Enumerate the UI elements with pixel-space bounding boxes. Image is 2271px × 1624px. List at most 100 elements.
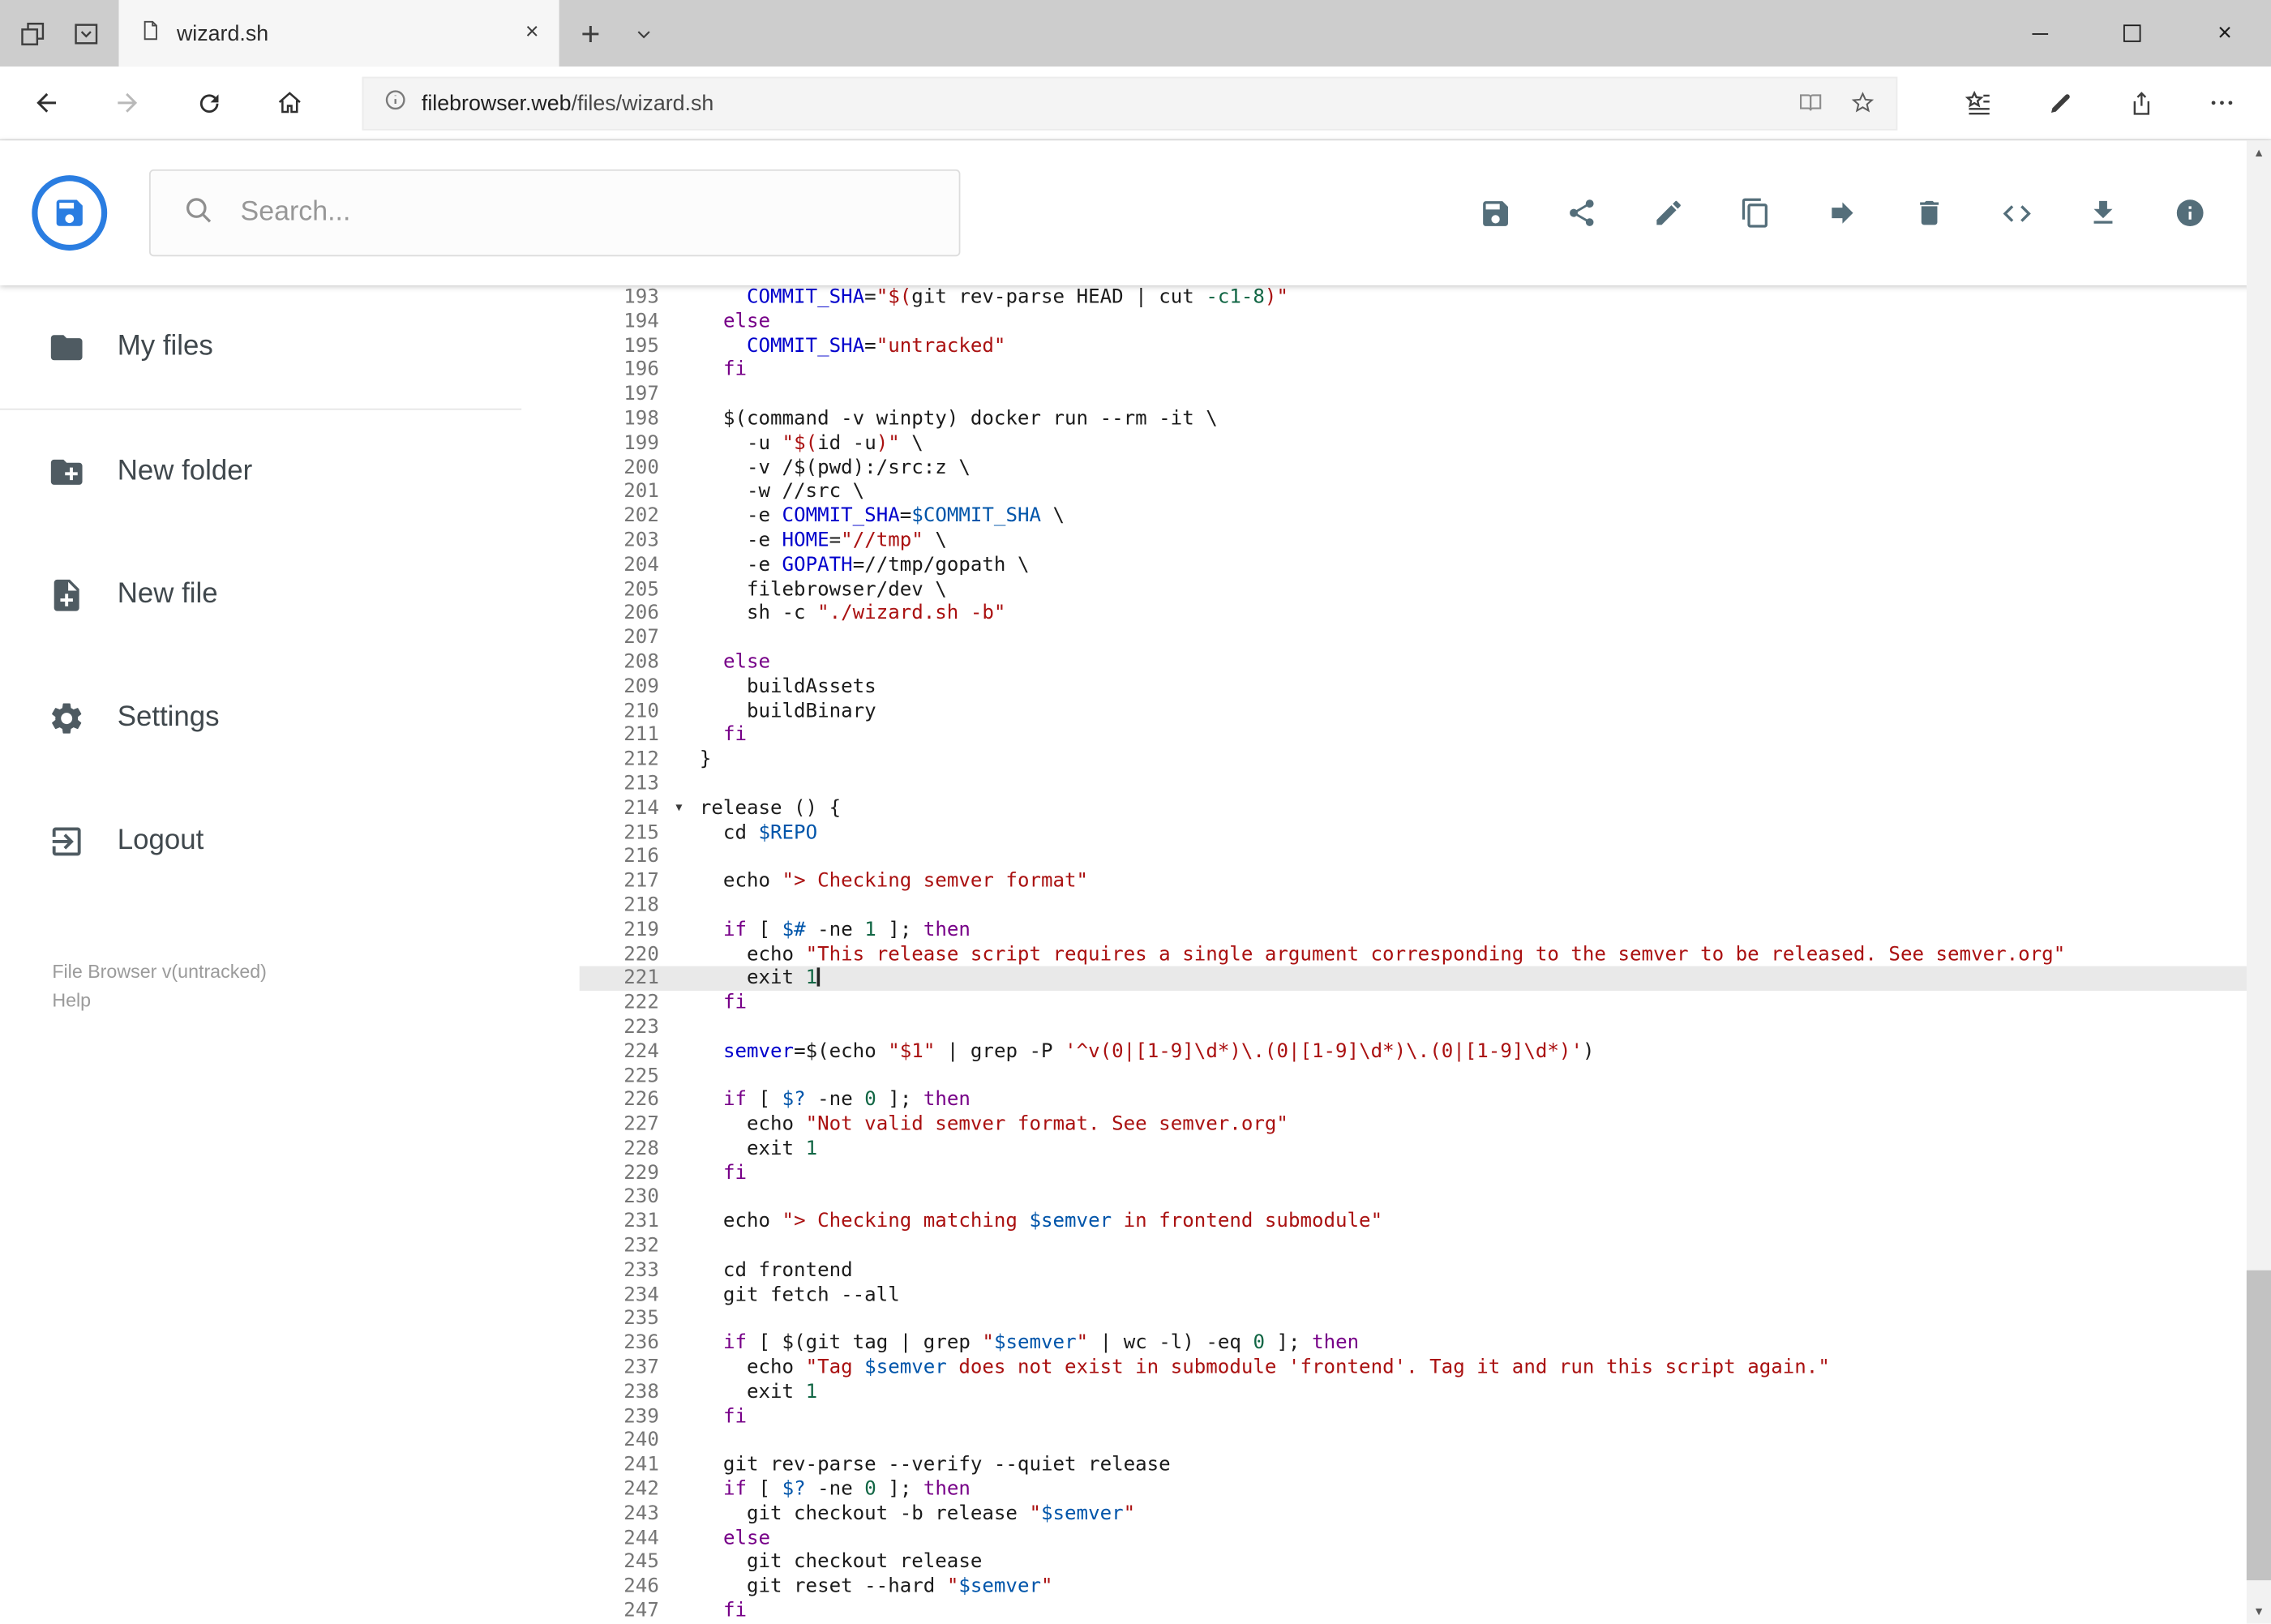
page-info-icon[interactable] (383, 88, 407, 118)
line-number[interactable]: 221 (580, 966, 659, 991)
line-number[interactable]: 218 (580, 893, 659, 918)
code-line[interactable]: 231 echo "> Checking matching $semver in… (580, 1210, 2271, 1234)
line-number[interactable]: 220 (580, 942, 659, 966)
line-number[interactable]: 206 (580, 602, 659, 626)
line-number[interactable]: 236 (580, 1331, 659, 1356)
line-number[interactable]: 208 (580, 650, 659, 675)
code-line[interactable]: 228 exit 1 (580, 1137, 2271, 1161)
code-line[interactable]: 219 if [ $# -ne 1 ]; then (580, 918, 2271, 942)
code-line[interactable]: 247 fi (580, 1599, 2271, 1623)
line-number[interactable]: 243 (580, 1502, 659, 1526)
code-line[interactable]: 237 echo "Tag $semver does not exist in … (580, 1356, 2271, 1380)
rename-button[interactable] (1625, 169, 1712, 256)
forward-button[interactable] (87, 66, 168, 139)
line-number[interactable]: 235 (580, 1307, 659, 1331)
save-button[interactable] (1451, 169, 1538, 256)
line-number[interactable]: 238 (580, 1380, 659, 1404)
line-number[interactable]: 209 (580, 675, 659, 699)
code-line[interactable]: 202 -e COMMIT_SHA=$COMMIT_SHA \ (580, 504, 2271, 529)
line-number[interactable]: 215 (580, 821, 659, 845)
line-number[interactable]: 242 (580, 1477, 659, 1502)
line-number[interactable]: 219 (580, 918, 659, 942)
code-line[interactable]: 199 -u "$(id -u)" \ (580, 431, 2271, 456)
code-line[interactable]: 204 -e GOPATH=//tmp/gopath \ (580, 553, 2271, 577)
search-input[interactable] (237, 195, 867, 231)
code-line[interactable]: 200 -v /$(pwd):/src:z \ (580, 456, 2271, 480)
code-line[interactable]: 238 exit 1 (580, 1380, 2271, 1404)
code-line[interactable]: 221 exit 1 (579, 966, 2271, 992)
code-line[interactable]: 214 ▾ release () { (580, 796, 2271, 821)
back-button[interactable] (6, 66, 87, 139)
code-line[interactable]: 243 git checkout -b release "$semver" (580, 1502, 2271, 1526)
line-number[interactable]: 228 (580, 1137, 659, 1161)
move-button[interactable] (1799, 169, 1886, 256)
new-tab-button[interactable]: + (559, 0, 623, 66)
line-number[interactable]: 207 (580, 626, 659, 650)
code-line[interactable]: 234 git fetch --all (580, 1283, 2271, 1307)
code-line[interactable]: 205 filebrowser/dev \ (580, 577, 2271, 602)
code-line[interactable]: 232 (580, 1234, 2271, 1258)
code-line[interactable]: 223 (580, 1015, 2271, 1039)
filebrowser-logo[interactable] (32, 175, 108, 251)
line-number[interactable]: 216 (580, 845, 659, 869)
share-file-button[interactable] (1538, 169, 1625, 256)
code-line[interactable]: 236 if [ $(git tag | grep "$semver" | wc… (580, 1331, 2271, 1356)
code-line[interactable]: 240 (580, 1429, 2271, 1453)
code-line[interactable]: 208 else (580, 650, 2271, 675)
line-number[interactable]: 195 (580, 334, 659, 358)
code-line[interactable]: 235 (580, 1307, 2271, 1331)
line-number[interactable]: 224 (580, 1039, 659, 1064)
sidebar-item-new-file[interactable]: New file (0, 533, 580, 656)
line-number[interactable]: 244 (580, 1526, 659, 1550)
line-number[interactable]: 199 (580, 431, 659, 456)
line-number[interactable]: 237 (580, 1356, 659, 1380)
tab-close-icon[interactable]: × (520, 20, 545, 46)
sidebar-item-settings[interactable]: Settings (0, 656, 580, 779)
download-button[interactable] (2059, 169, 2146, 256)
line-number[interactable]: 247 (580, 1599, 659, 1623)
code-line[interactable]: 194 else (580, 310, 2271, 334)
line-number[interactable]: 231 (580, 1210, 659, 1234)
code-line[interactable]: 239 fi (580, 1404, 2271, 1429)
settings-more-icon[interactable] (2181, 66, 2262, 139)
line-number[interactable]: 239 (580, 1404, 659, 1429)
copy-button[interactable] (1712, 169, 1799, 256)
line-number[interactable]: 222 (580, 991, 659, 1015)
sidebar-item-logout[interactable]: Logout (0, 779, 580, 902)
line-number[interactable]: 245 (580, 1550, 659, 1575)
code-line[interactable]: 216 (580, 845, 2271, 869)
code-line[interactable]: 220 echo "This release script requires a… (580, 942, 2271, 966)
minimize-button[interactable] (1993, 0, 2085, 66)
url-field[interactable]: filebrowser.web/files/wizard.sh (362, 75, 1898, 130)
code-line[interactable]: 198 $(command -v winpty) docker run --rm… (580, 407, 2271, 431)
info-button[interactable] (2147, 169, 2234, 256)
sidebar-item-new-folder[interactable]: New folder (0, 410, 580, 533)
line-number[interactable]: 205 (580, 577, 659, 602)
line-number[interactable]: 196 (580, 358, 659, 383)
code-line[interactable]: 241 git rev-parse --verify --quiet relea… (580, 1453, 2271, 1477)
code-line[interactable]: 212} (580, 748, 2271, 772)
line-number[interactable]: 227 (580, 1112, 659, 1137)
code-line[interactable]: 229 fi (580, 1161, 2271, 1185)
line-number[interactable]: 214 ▾ (580, 796, 682, 821)
code-line[interactable]: 213 (580, 772, 2271, 796)
raw-code-button[interactable] (1973, 169, 2059, 256)
line-number[interactable]: 193 (580, 285, 659, 310)
line-number[interactable]: 198 (580, 407, 659, 431)
line-number[interactable]: 225 (580, 1064, 659, 1088)
line-number[interactable]: 197 (580, 383, 659, 407)
scroll-down-icon[interactable]: ▼ (2247, 1599, 2271, 1623)
line-number[interactable]: 194 (580, 310, 659, 334)
browser-tab[interactable]: wizard.sh × (118, 0, 559, 67)
code-line[interactable]: 224 semver=$(echo "$1" | grep -P '^v(0|[… (580, 1039, 2271, 1064)
line-number[interactable]: 232 (580, 1234, 659, 1258)
code-line[interactable]: 226 if [ $? -ne 0 ]; then (580, 1088, 2271, 1112)
reading-view-icon[interactable] (1798, 90, 1823, 116)
code-line[interactable]: 246 git reset --hard "$semver" (580, 1575, 2271, 1599)
refresh-button[interactable] (168, 66, 249, 139)
code-line[interactable]: 218 (580, 893, 2271, 918)
favorite-star-icon[interactable] (1849, 90, 1875, 116)
code-line[interactable]: 210 buildBinary (580, 699, 2271, 723)
code-line[interactable]: 193 COMMIT_SHA="$(git rev-parse HEAD | c… (580, 285, 2271, 310)
line-number[interactable]: 230 (580, 1185, 659, 1210)
